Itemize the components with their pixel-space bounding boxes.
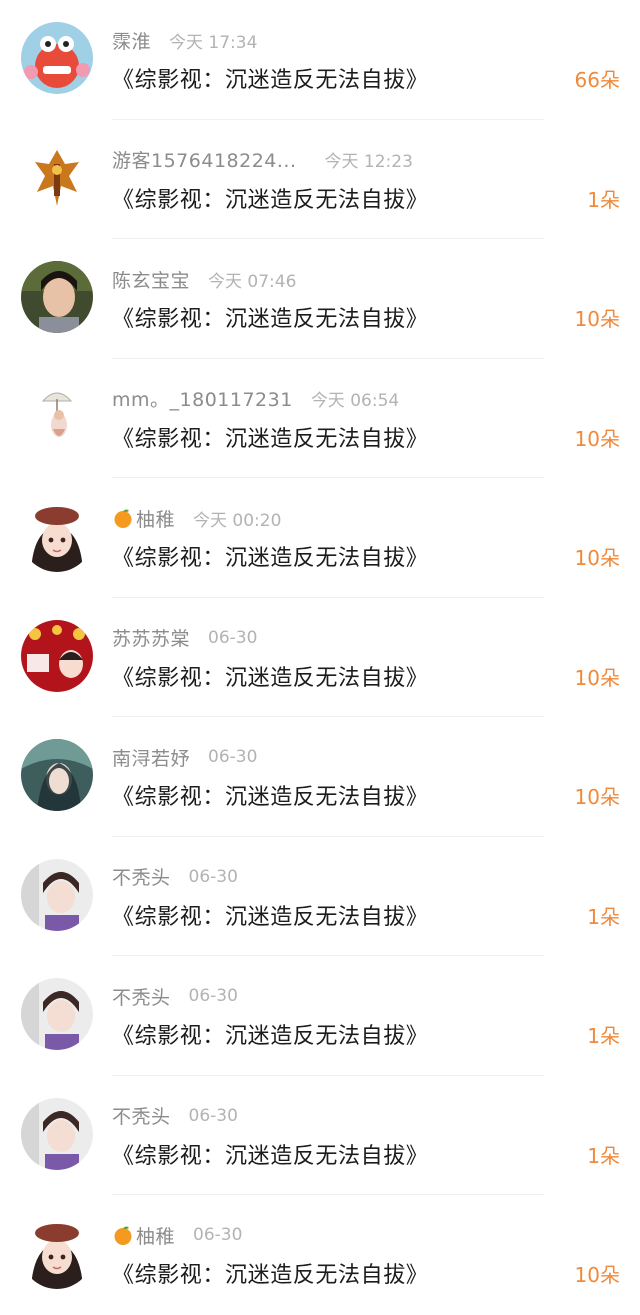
game-emblem-avatar[interactable] xyxy=(21,141,93,214)
timestamp: 今天 00:20 xyxy=(193,510,282,531)
book-title[interactable]: 《综影视：沉迷造反无法自拔》 xyxy=(112,1138,428,1170)
timestamp: 06-30 xyxy=(208,627,258,648)
timestamp: 今天 12:23 xyxy=(324,152,413,172)
book-title[interactable]: 《综影视：沉迷造反无法自拔》 xyxy=(112,421,428,453)
orange-emoji-icon xyxy=(112,507,134,529)
item-meta: 陈玄宝宝 今天 07:46 xyxy=(112,266,296,292)
item-meta: 柚稚 06-30 xyxy=(112,1222,242,1248)
user-name[interactable]: mm。_180117231 xyxy=(112,385,293,412)
list-item[interactable]: 不秃头 06-30 《综影视：沉迷造反无法自拔》 1朵 xyxy=(0,837,640,957)
flower-count: 10朵 xyxy=(574,546,620,570)
user-name[interactable]: 不秃头 xyxy=(112,983,171,1010)
flower-count: 1朵 xyxy=(587,1024,620,1048)
user-name[interactable]: 不秃头 xyxy=(112,1102,171,1129)
item-meta: mm。_180117231 今天 06:54 xyxy=(112,386,399,412)
list-item[interactable]: 霂淮 今天 17:34 《综影视：沉迷造反无法自拔》 66朵 xyxy=(0,0,640,120)
item-meta: 苏苏苏棠 06-30 xyxy=(112,625,257,651)
user-name[interactable]: 不秃头 xyxy=(112,863,171,890)
book-title[interactable]: 《综影视：沉迷造反无法自拔》 xyxy=(112,779,428,811)
flower-count: 1朵 xyxy=(587,904,620,929)
anime-girl-beret-avatar[interactable] xyxy=(21,500,93,572)
flower-count: 10朵 xyxy=(574,785,620,809)
timestamp: 06-30 xyxy=(208,747,258,767)
user-name[interactable]: 陈玄宝宝 xyxy=(112,266,190,293)
flower-count: 10朵 xyxy=(574,1263,620,1287)
item-meta: 不秃头 06-30 xyxy=(112,1103,238,1129)
item-meta: 南浔若妤 06-30 xyxy=(112,744,257,770)
item-meta: 不秃头 06-30 xyxy=(112,864,238,890)
girl-photo-avatar[interactable] xyxy=(21,261,93,333)
flower-count: 10朵 xyxy=(574,307,620,331)
user-name[interactable]: 柚稚 xyxy=(136,505,175,532)
user-name[interactable]: 南浔若妤 xyxy=(112,744,190,771)
timestamp: 今天 06:54 xyxy=(310,391,400,411)
flower-count: 66朵 xyxy=(574,68,620,92)
list-item[interactable]: 柚稚 06-30 《综影视：沉迷造反无法自拔》 10朵 xyxy=(0,1195,640,1315)
timestamp: 今天 07:46 xyxy=(208,271,297,292)
list-item[interactable]: 苏苏苏棠 06-30 《综影视：沉迷造反无法自拔》 10朵 xyxy=(0,598,640,718)
item-meta: 霂淮 今天 17:34 xyxy=(112,27,257,53)
timestamp: 06-30 xyxy=(188,866,238,887)
item-meta: 柚稚 今天 00:20 xyxy=(112,505,281,531)
user-name[interactable]: 霂淮 xyxy=(112,27,151,54)
girl-selfie-avatar[interactable] xyxy=(21,1097,93,1170)
book-title[interactable]: 《综影视：沉迷造反无法自拔》 xyxy=(112,540,428,572)
item-meta: 游客1576418224... 今天 12:23 xyxy=(112,147,413,173)
book-title[interactable]: 《综影视：沉迷造反无法自拔》 xyxy=(112,301,428,333)
flower-count: 10朵 xyxy=(574,665,620,690)
list-item[interactable]: 游客1576418224... 今天 12:23 《综影视：沉迷造反无法自拔》 … xyxy=(0,120,640,240)
list-item[interactable]: 不秃头 06-30 《综影视：沉迷造反无法自拔》 1朵 xyxy=(0,1076,640,1196)
girl-selfie-avatar[interactable] xyxy=(21,978,93,1050)
book-title[interactable]: 《综影视：沉迷造反无法自拔》 xyxy=(112,899,428,931)
flower-count: 1朵 xyxy=(587,187,620,212)
list-item[interactable]: 不秃头 06-30 《综影视：沉迷造反无法自拔》 1朵 xyxy=(0,956,640,1076)
teal-fantasy-avatar[interactable] xyxy=(21,739,93,811)
cartoon-crab-avatar[interactable] xyxy=(21,22,93,94)
book-title[interactable]: 《综影视：沉迷造反无法自拔》 xyxy=(112,660,428,692)
girl-selfie-avatar[interactable] xyxy=(21,858,93,931)
user-name[interactable]: 游客1576418224... xyxy=(112,146,297,173)
book-title[interactable]: 《综影视：沉迷造反无法自拔》 xyxy=(112,182,428,214)
list-item[interactable]: mm。_180117231 今天 06:54 《综影视：沉迷造反无法自拔》 10… xyxy=(0,359,640,479)
list-item[interactable]: 陈玄宝宝 今天 07:46 《综影视：沉迷造反无法自拔》 10朵 xyxy=(0,239,640,359)
flower-count: 1朵 xyxy=(587,1143,620,1168)
list-item[interactable]: 南浔若妤 06-30 《综影视：沉迷造反无法自拔》 10朵 xyxy=(0,717,640,837)
gift-list: 霂淮 今天 17:34 《综影视：沉迷造反无法自拔》 66朵 游客1576418… xyxy=(0,0,640,1315)
timestamp: 今天 17:34 xyxy=(169,32,258,53)
book-title[interactable]: 《综影视：沉迷造反无法自拔》 xyxy=(112,62,428,94)
orange-emoji-icon xyxy=(112,1224,134,1246)
list-item[interactable]: 柚稚 今天 00:20 《综影视：沉迷造反无法自拔》 10朵 xyxy=(0,478,640,598)
book-title[interactable]: 《综影视：沉迷造反无法自拔》 xyxy=(112,1257,428,1289)
red-festival-avatar[interactable] xyxy=(21,619,93,692)
flower-count: 10朵 xyxy=(574,426,620,451)
user-name[interactable]: 柚稚 xyxy=(136,1222,175,1249)
item-meta: 不秃头 06-30 xyxy=(112,983,238,1009)
timestamp: 06-30 xyxy=(188,986,238,1006)
umbrella-figure-avatar[interactable] xyxy=(21,380,93,453)
timestamp: 06-30 xyxy=(188,1105,238,1126)
anime-girl-beret-avatar[interactable] xyxy=(21,1217,93,1289)
user-name[interactable]: 苏苏苏棠 xyxy=(112,624,190,651)
timestamp: 06-30 xyxy=(193,1225,243,1245)
book-title[interactable]: 《综影视：沉迷造反无法自拔》 xyxy=(112,1018,428,1050)
